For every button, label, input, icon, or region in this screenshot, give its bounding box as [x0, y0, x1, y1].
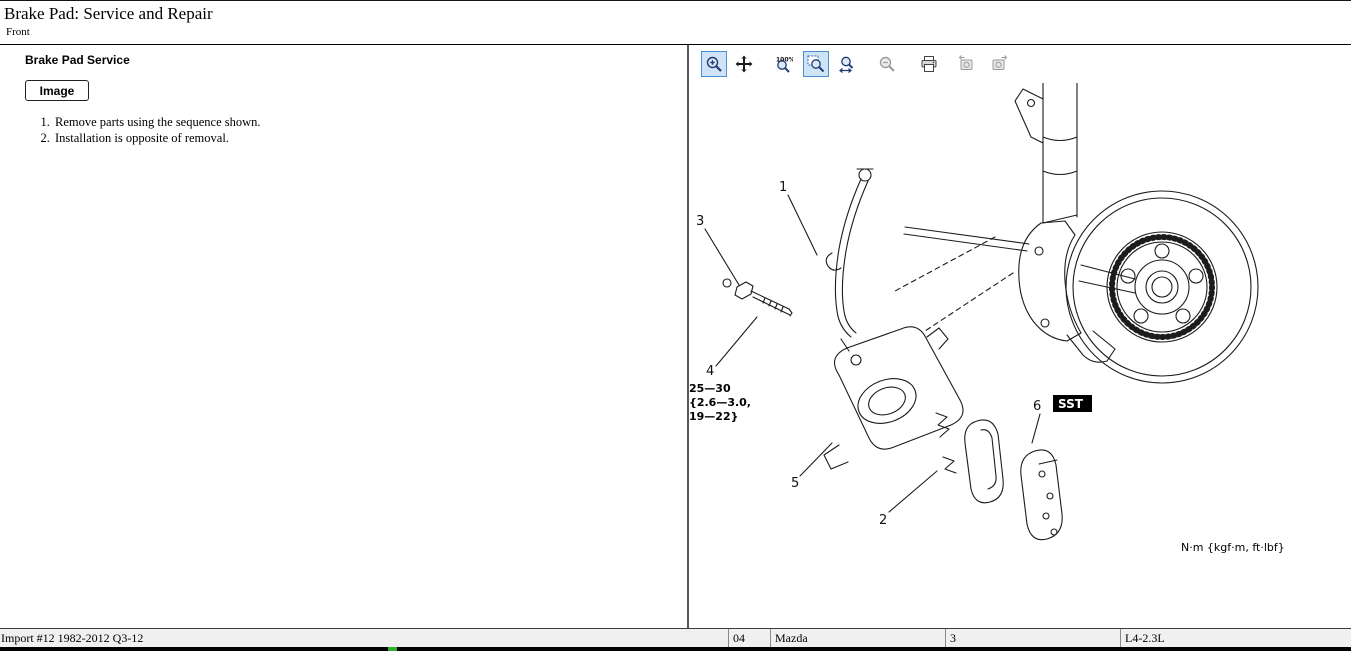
title-bar: Brake Pad: Service and Repair Front — [0, 1, 1351, 45]
sst-label: SST — [1058, 397, 1084, 411]
previous-image-button[interactable] — [954, 51, 980, 77]
callout-1: 1 — [779, 180, 787, 195]
diagram-labels: 25—30 {2.6—3.0, 19—22} SST N·m {kgf·m, f… — [689, 382, 1285, 554]
caliper-bolt — [723, 279, 792, 316]
zoom-in-icon — [705, 55, 723, 73]
torque-spec-line3: 19—22} — [689, 410, 738, 423]
brake-caliper — [824, 327, 963, 469]
zoom-out-icon — [878, 55, 896, 73]
status-make: Mazda — [770, 629, 945, 647]
instruction-step: Remove parts using the sequence shown. — [53, 115, 675, 131]
callout-5: 5 — [791, 476, 799, 491]
pan-icon — [735, 55, 753, 73]
instruction-list: Remove parts using the sequence shown. I… — [25, 115, 675, 146]
units-note: N·m {kgf·m, ft·lbf} — [1181, 541, 1285, 554]
assembly-guide-lines — [895, 227, 1029, 331]
instruction-step: Installation is opposite of removal. — [53, 131, 675, 147]
zoom-out-button[interactable] — [874, 51, 900, 77]
strut-assembly — [1015, 83, 1077, 223]
page-title: Brake Pad: Service and Repair — [4, 4, 1351, 24]
callout-numbers: 1 2 3 4 5 6 — [696, 180, 1041, 528]
next-image-icon — [990, 55, 1008, 73]
zoom-horizontal-button[interactable] — [834, 51, 860, 77]
print-icon — [920, 55, 938, 73]
taskbar-indicator — [388, 647, 397, 651]
torque-spec-line1: 25—30 — [689, 382, 731, 395]
taskbar-edge — [0, 647, 1351, 651]
pad-retainer-clips — [936, 413, 956, 473]
previous-image-icon — [958, 55, 976, 73]
app-window: Brake Pad: Service and Repair Front Brak… — [0, 0, 1351, 651]
main-split: Brake Pad Service Image Remove parts usi… — [0, 45, 1351, 628]
callout-2: 2 — [879, 513, 887, 528]
pan-button[interactable] — [731, 51, 757, 77]
brake-pads — [965, 420, 1062, 540]
image-button[interactable]: Image — [25, 80, 89, 101]
page-subtitle: Front — [4, 26, 1351, 38]
status-count: 3 — [945, 629, 1120, 647]
next-image-button[interactable] — [986, 51, 1012, 77]
zoom-horizontal-icon — [838, 55, 856, 73]
status-code: 04 — [728, 629, 770, 647]
callout-leader-lines — [705, 195, 1040, 512]
callout-6: 6 — [1033, 399, 1041, 414]
torque-spec-line2: {2.6—3.0, — [689, 396, 751, 409]
zoom-100-icon: 100% — [775, 55, 793, 73]
svg-text:100%: 100% — [776, 57, 793, 64]
status-dataset: Import #12 1982-2012 Q3-12 — [0, 629, 728, 647]
zoom-in-button[interactable] — [701, 51, 727, 77]
diagram-canvas: 1 2 3 4 5 6 25—30 {2.6—3.0, 19—22} SST N… — [689, 83, 1351, 628]
zoom-100-button[interactable]: 100% — [771, 51, 797, 77]
zoom-selection-button[interactable] — [803, 51, 829, 77]
article-pane: Brake Pad Service Image Remove parts usi… — [0, 45, 687, 628]
section-heading: Brake Pad Service — [25, 53, 675, 67]
brake-rotor — [1066, 191, 1258, 383]
status-engine: L4-2.3L — [1120, 629, 1351, 647]
viewer-toolbar: 100% — [689, 45, 1351, 83]
callout-4: 4 — [706, 364, 714, 379]
print-button[interactable] — [916, 51, 942, 77]
brake-assembly-diagram[interactable]: 1 2 3 4 5 6 25—30 {2.6—3.0, 19—22} SST N… — [689, 83, 1349, 628]
status-bar: Import #12 1982-2012 Q3-12 04 Mazda 3 L4… — [0, 628, 1351, 647]
diagram-pane: 100% — [689, 45, 1351, 628]
zoom-selection-icon — [807, 55, 825, 73]
callout-3: 3 — [696, 214, 704, 229]
brake-hose — [826, 169, 873, 337]
